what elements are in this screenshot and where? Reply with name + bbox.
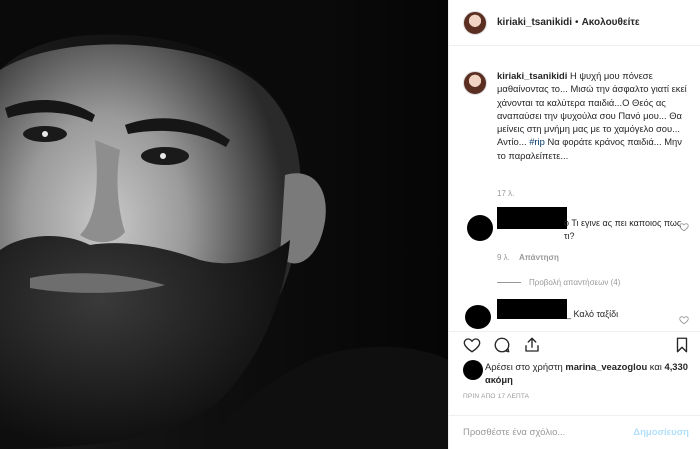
share-icon[interactable] <box>523 336 541 354</box>
liker-username[interactable]: marina_veazoglou <box>565 361 647 372</box>
comment-input[interactable] <box>463 427 623 438</box>
post-photo[interactable] <box>0 0 448 449</box>
caption-avatar[interactable] <box>463 71 487 95</box>
redacted-username <box>497 299 567 319</box>
comment-icon[interactable] <box>493 336 511 354</box>
caption-time[interactable]: 17 λ. <box>497 189 514 198</box>
post-timestamp[interactable]: ΠΡΙΝ ΑΠΟ 17 ΛΕΠΤΑ <box>463 393 529 400</box>
caption-text: kiriaki_tsanikidi Η ψυχή μου πόνεσε μαθα… <box>497 69 693 162</box>
comment-text: ο Τι εγινε ας πει καποιος πως τι? <box>564 218 682 241</box>
hashtag-link[interactable]: #rip <box>529 136 545 147</box>
post-comment-button[interactable]: Δημοσίευση <box>633 427 689 438</box>
likes-text: Αρέσει στο χρήστη marina_veazoglou και 4… <box>485 360 697 386</box>
portrait-image <box>0 0 448 449</box>
caption-username[interactable]: kiriaki_tsanikidi <box>497 70 567 81</box>
header-separator: • <box>575 17 579 28</box>
action-bar <box>449 331 700 359</box>
redacted-avatar <box>463 360 483 380</box>
redacted-username <box>497 207 567 229</box>
reply-button[interactable]: Απάντηση <box>519 253 559 262</box>
post-header: kiriaki_tsanikidi • Ακολουθείτε <box>449 0 700 46</box>
comment-time: 9 λ. <box>497 253 510 262</box>
comments-list[interactable]: kiriaki_tsanikidi Η ψυχή μου πόνεσε μαθα… <box>449 47 700 330</box>
likes-mid: και <box>647 361 665 372</box>
avatar[interactable] <box>463 10 487 35</box>
heart-icon[interactable] <box>463 336 481 354</box>
view-replies-label: Προβολή απαντήσεων (4) <box>529 278 621 287</box>
view-replies-button[interactable]: Προβολή απαντήσεων (4) <box>497 278 620 287</box>
add-comment-bar: Δημοσίευση <box>449 415 700 449</box>
post-sidebar: kiriaki_tsanikidi • Ακολουθείτε kiriaki_… <box>448 0 700 449</box>
redacted-avatar <box>467 215 493 241</box>
bookmark-icon[interactable] <box>673 336 691 354</box>
replies-divider <box>497 282 521 283</box>
likes-prefix: Αρέσει στο χρήστη <box>485 361 566 372</box>
following-button[interactable]: Ακολουθείτε <box>582 17 640 28</box>
like-comment-heart-icon[interactable] <box>679 315 689 325</box>
like-comment-heart-icon[interactable] <box>679 222 689 232</box>
comment-text: _ Καλό ταξίδι <box>566 309 619 319</box>
redacted-avatar <box>465 305 491 329</box>
header-username[interactable]: kiriaki_tsanikidi <box>497 17 572 28</box>
